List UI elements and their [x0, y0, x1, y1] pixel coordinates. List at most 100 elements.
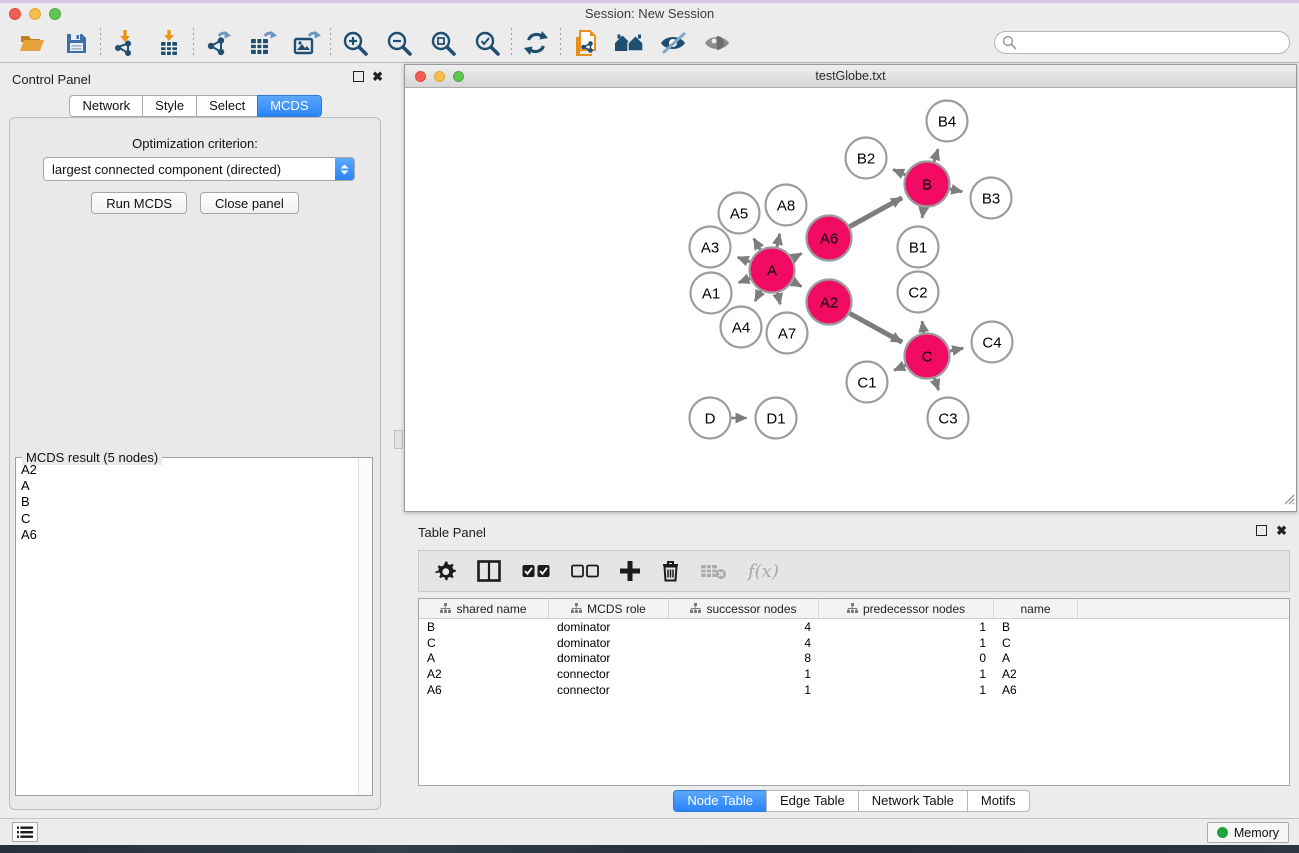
result-item[interactable]: A2 — [16, 462, 358, 478]
table-cell[interactable]: A — [419, 651, 549, 665]
resize-grip-icon[interactable] — [1282, 492, 1295, 510]
hide-selection-eye-icon[interactable] — [651, 27, 695, 59]
panel-splitter-grip[interactable] — [394, 430, 403, 449]
network-window-titlebar[interactable]: testGlobe.txt — [405, 65, 1296, 88]
float-panel-icon[interactable] — [353, 71, 364, 82]
table-cell[interactable]: 1 — [819, 683, 994, 697]
graph-node-B[interactable]: B — [905, 162, 950, 207]
table-cell[interactable]: 0 — [819, 651, 994, 665]
table-cell[interactable]: A2 — [994, 667, 1078, 681]
graph-node-A6[interactable]: A6 — [807, 216, 852, 261]
graph-node-D[interactable]: D — [690, 398, 731, 439]
network-canvas[interactable]: B4B2BB3B1A5A8A6A3AA1A2C2A4A7CC1C4C3DD1 — [405, 88, 1296, 511]
memory-button[interactable]: Memory — [1207, 822, 1289, 843]
table-cell[interactable]: connector — [549, 667, 669, 681]
copy-network-icon[interactable] — [563, 27, 607, 59]
table-cell[interactable]: 4 — [669, 636, 819, 650]
table-cell[interactable]: connector — [549, 683, 669, 697]
table-cell[interactable]: 4 — [669, 620, 819, 634]
graph-edge-A-A2[interactable] — [792, 282, 801, 287]
graph-node-A7[interactable]: A7 — [767, 313, 808, 354]
result-item[interactable]: B — [16, 494, 358, 510]
graph-node-A3[interactable]: A3 — [690, 227, 731, 268]
graph-edge-A2-C[interactable] — [850, 313, 902, 342]
graph-node-C3[interactable]: C3 — [928, 398, 969, 439]
table-cell[interactable]: 1 — [819, 636, 994, 650]
graph-node-C1[interactable]: C1 — [847, 362, 888, 403]
graph-node-A2[interactable]: A2 — [807, 280, 852, 325]
table-row[interactable]: Adominator80A — [419, 651, 1289, 667]
close-panel-icon[interactable]: ✖ — [372, 71, 383, 82]
export-network-icon[interactable] — [196, 27, 240, 59]
graph-node-D1[interactable]: D1 — [756, 398, 797, 439]
zoom-selected-icon[interactable] — [465, 27, 509, 59]
table-cell[interactable]: C — [994, 636, 1078, 650]
zoom-fit-icon[interactable] — [421, 27, 465, 59]
table-cell[interactable]: A6 — [994, 683, 1078, 697]
graph-node-A8[interactable]: A8 — [766, 185, 807, 226]
graph-node-C2[interactable]: C2 — [898, 272, 939, 313]
delete-table-icon[interactable] — [701, 563, 727, 580]
table-cell[interactable]: dominator — [549, 620, 669, 634]
graph-edge-A-A3[interactable] — [738, 257, 750, 262]
table-cell[interactable]: C — [419, 636, 549, 650]
column-header-name[interactable]: name — [994, 599, 1078, 618]
graph-node-B3[interactable]: B3 — [971, 178, 1012, 219]
table-settings-gear-icon[interactable] — [435, 561, 456, 582]
graph-edge-B-B3[interactable] — [950, 189, 962, 192]
search-input[interactable] — [1017, 36, 1289, 50]
graph-node-B4[interactable]: B4 — [927, 101, 968, 142]
graph-edge-B-B2[interactable] — [893, 170, 905, 175]
result-scrollbar[interactable] — [358, 458, 372, 795]
graph-node-A1[interactable]: A1 — [691, 273, 732, 314]
home-layout-icon[interactable] — [607, 27, 651, 59]
zoom-out-icon[interactable] — [377, 27, 421, 59]
close-panel-button[interactable]: Close panel — [200, 192, 299, 214]
tab-edge-table[interactable]: Edge Table — [766, 790, 858, 812]
table-row[interactable]: A2connector11A2 — [419, 666, 1289, 682]
export-table-icon[interactable] — [240, 27, 284, 59]
graph-edge-A-A5[interactable] — [754, 239, 760, 250]
result-item[interactable]: A6 — [16, 527, 358, 543]
table-cell[interactable]: 8 — [669, 651, 819, 665]
graph-node-A5[interactable]: A5 — [719, 193, 760, 234]
save-session-icon[interactable] — [54, 27, 98, 59]
show-columns-icon[interactable] — [477, 560, 501, 582]
graph-edge-A-A7[interactable] — [777, 293, 780, 304]
graph-edge-A6-B[interactable] — [850, 198, 902, 227]
graph-node-A4[interactable]: A4 — [721, 307, 762, 348]
close-table-panel-icon[interactable]: ✖ — [1276, 525, 1287, 536]
table-cell[interactable]: 1 — [669, 667, 819, 681]
column-header-shared-name[interactable]: shared name — [419, 599, 549, 618]
column-header-predecessor-nodes[interactable]: predecessor nodes — [819, 599, 994, 618]
table-row[interactable]: Cdominator41C — [419, 635, 1289, 651]
search-field[interactable] — [994, 31, 1290, 54]
export-image-icon[interactable] — [284, 27, 328, 59]
table-cell[interactable]: dominator — [549, 636, 669, 650]
table-cell[interactable]: dominator — [549, 651, 669, 665]
tab-select[interactable]: Select — [196, 95, 257, 117]
graph-edge-B-B4[interactable] — [934, 149, 938, 161]
tab-node-table[interactable]: Node Table — [673, 790, 766, 812]
import-network-icon[interactable] — [103, 27, 147, 59]
deselect-all-checkboxes-icon[interactable] — [571, 564, 599, 578]
graph-edge-C-C2[interactable] — [922, 321, 924, 333]
table-cell[interactable]: B — [419, 620, 549, 634]
table-cell[interactable]: B — [994, 620, 1078, 634]
graph-edge-C-C3[interactable] — [935, 378, 939, 390]
graph-node-A[interactable]: A — [750, 248, 795, 293]
run-mcds-button[interactable]: Run MCDS — [91, 192, 187, 214]
graph-node-C4[interactable]: C4 — [972, 322, 1013, 363]
graph-edge-B-B1[interactable] — [922, 207, 924, 218]
graph-node-B1[interactable]: B1 — [898, 227, 939, 268]
tab-mcds[interactable]: MCDS — [257, 95, 321, 117]
tab-motifs[interactable]: Motifs — [967, 790, 1030, 812]
delete-trash-icon[interactable] — [661, 560, 680, 582]
graph-edge-A-A1[interactable] — [739, 278, 750, 282]
table-cell[interactable]: 1 — [669, 683, 819, 697]
result-item[interactable]: C — [16, 511, 358, 527]
graph-node-B2[interactable]: B2 — [846, 138, 887, 179]
table-cell[interactable]: 1 — [819, 620, 994, 634]
column-header-successor-nodes[interactable]: successor nodes — [669, 599, 819, 618]
criterion-dropdown[interactable]: largest connected component (directed) — [43, 157, 355, 181]
